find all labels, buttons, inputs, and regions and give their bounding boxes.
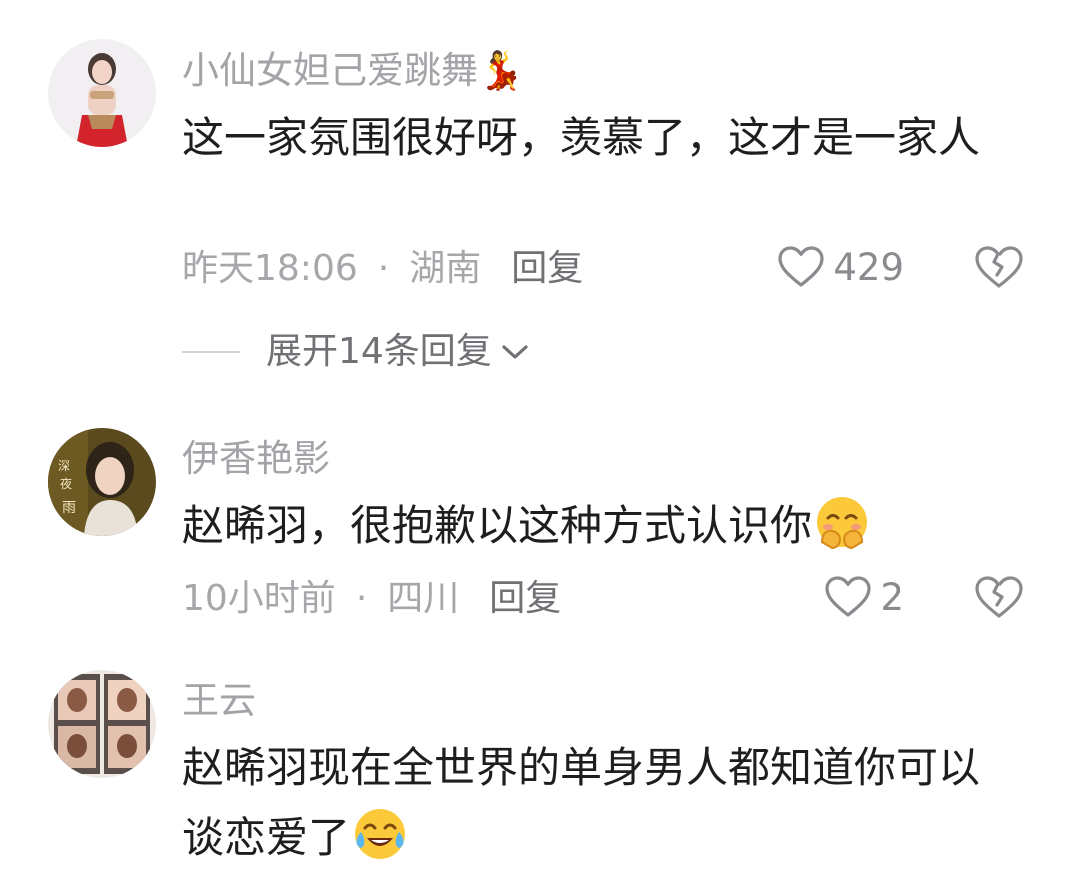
expand-replies-button[interactable]: 展开14条回复: [182, 334, 530, 370]
comment-location: 四川: [387, 578, 460, 619]
like-button[interactable]: 429: [777, 245, 904, 289]
comment-meta: 10小时前 · 四川 回复: [182, 581, 561, 617]
comment-username[interactable]: 王云: [182, 682, 256, 719]
like-count: 429: [833, 245, 904, 289]
tears-of-joy-emoji-icon: [355, 809, 406, 859]
comment-text-content: 赵晞羽，很抱歉以这种方式认识你: [182, 501, 813, 550]
expand-replies-label: 展开14条回复: [266, 331, 492, 372]
chevron-down-icon: [502, 345, 528, 359]
comment-text-content: 赵晞羽现在全世界的单身男人都知道你可以谈恋爱了: [182, 743, 981, 862]
woman-portrait-avatar-icon: 深 夜 雨: [48, 428, 156, 536]
heart-icon: [778, 246, 824, 287]
broken-heart-icon[interactable]: [974, 574, 1024, 620]
meta-separator: ·: [377, 248, 390, 289]
avatar[interactable]: [48, 670, 156, 778]
comment-location: 湖南: [409, 248, 482, 289]
comment-meta: 昨天18:06 · 湖南 回复: [182, 251, 583, 287]
comment-text: 这一家氛围很好呀，羡慕了，这才是一家人: [182, 103, 1012, 173]
comment-username[interactable]: 小仙女妲己爱跳舞💃: [182, 52, 524, 89]
reply-button[interactable]: 回复: [511, 248, 583, 289]
comments-page: 小仙女妲己爱跳舞💃 这一家氛围很好呀，羡慕了，这才是一家人 昨天18:06 · 湖南…: [0, 0, 1080, 883]
comment-time: 昨天18:06: [182, 248, 358, 289]
comment-username[interactable]: 伊香艳影: [182, 440, 330, 477]
heart-icon: [825, 576, 872, 617]
svg-text:夜: 夜: [60, 476, 72, 491]
comment-time: 10小时前: [182, 578, 336, 619]
avatar[interactable]: [48, 39, 156, 147]
avatar[interactable]: 深 夜 雨: [48, 428, 156, 536]
divider: [182, 351, 240, 353]
svg-text:深: 深: [58, 459, 70, 473]
broken-heart-icon[interactable]: [974, 244, 1024, 290]
comment-text: 赵晞羽现在全世界的单身男人都知道你可以谈恋爱了: [182, 733, 1012, 873]
like-button[interactable]: 2: [824, 575, 904, 619]
meta-separator: ·: [355, 578, 368, 619]
reply-button[interactable]: 回复: [489, 578, 561, 619]
comment-text: 赵晞羽，很抱歉以这种方式认识你: [182, 491, 1012, 561]
svg-text:雨: 雨: [62, 500, 76, 516]
comment-text-content: 这一家氛围很好呀，羡慕了，这才是一家人: [182, 113, 981, 162]
like-count: 2: [880, 575, 904, 619]
dancer-avatar-icon: [48, 39, 156, 147]
photo-collage-avatar-icon: [48, 670, 156, 778]
shy-smile-emoji-icon: [817, 497, 868, 550]
